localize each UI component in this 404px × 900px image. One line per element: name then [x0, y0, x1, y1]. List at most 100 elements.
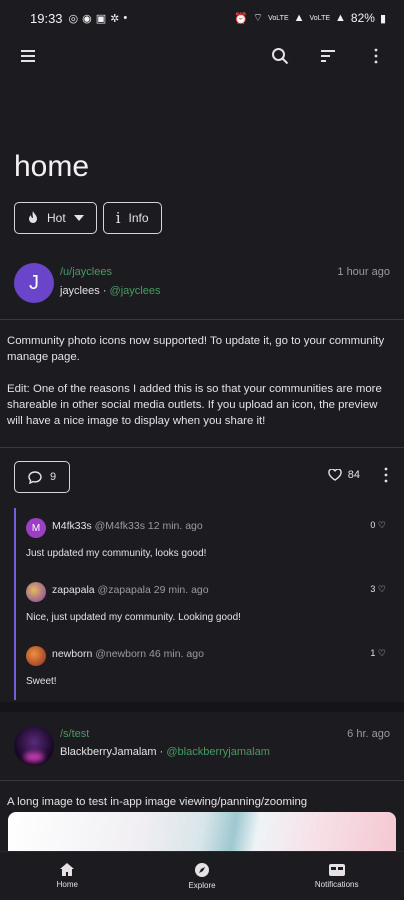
- more-vert-icon[interactable]: [360, 40, 392, 72]
- gallery-icon: ▣: [95, 12, 107, 25]
- volte-label-2: VoLTE: [309, 14, 331, 22]
- comment-avatar[interactable]: [26, 582, 46, 602]
- post-author-name: jayclees: [60, 285, 100, 297]
- post-actions: 9 84: [14, 461, 390, 493]
- comment-meta: @M4fk33s 12 min. ago: [94, 520, 203, 532]
- heart-icon: [328, 469, 342, 481]
- comment-score[interactable]: 0 ♡: [370, 520, 386, 531]
- sort-hot-button[interactable]: Hot: [14, 202, 97, 234]
- bottom-navigation: Home Explore Notifications: [0, 851, 404, 900]
- avatar[interactable]: J: [14, 263, 54, 303]
- comment-count: 9: [49, 471, 57, 483]
- post-author-handle: @jayclees: [109, 285, 161, 297]
- nav-notifications[interactable]: Notifications: [269, 852, 404, 900]
- post-header: J /u/jayclees 1 hour ago jayclees · @jay…: [14, 263, 390, 307]
- comment-username: newborn: [52, 648, 93, 660]
- separator: ·: [102, 285, 110, 297]
- signal-icon-2: ▲: [335, 12, 346, 24]
- hamburger-menu-icon[interactable]: [12, 40, 44, 72]
- comment-user[interactable]: M4fk33s @M4fk33s 12 min. ago: [52, 520, 203, 532]
- battery-percent: 82%: [350, 11, 375, 25]
- nav-home[interactable]: Home: [0, 852, 135, 900]
- post-body: Community photo icons now supported! To …: [7, 333, 396, 429]
- comment-thread: M M4fk33s @M4fk33s 12 min. ago 0 ♡ Just …: [14, 508, 390, 700]
- status-notification-icons: ◎ ◉ ▣ ✲ •: [69, 12, 128, 25]
- sort-label: Hot: [47, 211, 66, 225]
- explore-compass-icon: [195, 862, 209, 877]
- post-title[interactable]: A long image to test in-app image viewin…: [7, 796, 307, 808]
- post-more-icon[interactable]: [384, 467, 388, 488]
- messenger-icon: ◉: [82, 12, 92, 25]
- settings-icon: ✲: [110, 12, 120, 25]
- post-community-link[interactable]: /s/test: [60, 728, 89, 740]
- post-author-name: BlackberryJamalam: [60, 746, 157, 758]
- signal-icon: ▲: [293, 12, 305, 24]
- volte-label: VoLTE: [268, 14, 289, 22]
- avatar[interactable]: [14, 726, 54, 766]
- comment-text: Just updated my community, looks good!: [26, 548, 207, 559]
- status-time: 19:33: [30, 10, 63, 26]
- sort-icon[interactable]: [312, 40, 344, 72]
- status-bar: 19:33 ◎ ◉ ▣ ✲ • ⏰ ⌔ VoLTE ▲ VoLTE ▲ 82% …: [0, 0, 404, 36]
- comment-user[interactable]: newborn @newborn 46 min. ago: [52, 648, 204, 660]
- divider: [0, 780, 404, 781]
- status-system-icons: ⏰ ⌔ VoLTE ▲ VoLTE ▲ 82% ▮: [234, 11, 386, 25]
- heart-icon: ♡: [377, 520, 386, 530]
- post-header: /s/test 6 hr. ago BlackberryJamalam · @b…: [14, 726, 390, 772]
- notifications-inbox-icon: [328, 863, 345, 876]
- post-time: 1 hour ago: [337, 266, 390, 278]
- comment-bubble-icon: [28, 470, 42, 484]
- post-author-handle: @blackberryjamalam: [166, 746, 270, 758]
- comment-username: M4fk33s: [52, 520, 92, 532]
- chevron-down-icon: [73, 215, 84, 221]
- comment-item[interactable]: zapapala @zapapala 29 min. ago 3 ♡ Nice,…: [24, 572, 390, 636]
- comment-score-value: 0: [370, 520, 376, 530]
- post-time: 6 hr. ago: [347, 728, 390, 740]
- like-count: 84: [347, 469, 360, 481]
- post-author[interactable]: jayclees · @jayclees: [60, 285, 160, 297]
- info-icon: i: [115, 209, 121, 227]
- search-icon[interactable]: [264, 40, 296, 72]
- post-body-paragraph-1: Community photo icons now supported! To …: [7, 335, 385, 363]
- comment-item[interactable]: newborn @newborn 46 min. ago 1 ♡ Sweet!: [24, 636, 390, 700]
- dot-icon: •: [123, 12, 128, 24]
- comment-text: Nice, just updated my community. Looking…: [26, 612, 241, 623]
- filter-chip-row: Hot i Info: [14, 202, 162, 234]
- divider: [0, 447, 404, 448]
- nav-explore[interactable]: Explore: [135, 852, 270, 900]
- comment-avatar[interactable]: [26, 646, 46, 666]
- post-body-paragraph-2: Edit: One of the reasons I added this is…: [7, 383, 382, 427]
- like-button[interactable]: 84: [328, 469, 360, 481]
- comment-score[interactable]: 1 ♡: [370, 648, 386, 659]
- nav-explore-label: Explore: [188, 880, 216, 890]
- comments-button[interactable]: 9: [14, 461, 70, 493]
- comment-score[interactable]: 3 ♡: [370, 584, 386, 595]
- info-button[interactable]: i Info: [102, 202, 162, 234]
- comments-section: M M4fk33s @M4fk33s 12 min. ago 0 ♡ Just …: [14, 508, 390, 700]
- post-author[interactable]: BlackberryJamalam · @blackberryjamalam: [60, 746, 270, 758]
- comment-user[interactable]: zapapala @zapapala 29 min. ago: [52, 584, 209, 596]
- comment-item[interactable]: M M4fk33s @M4fk33s 12 min. ago 0 ♡ Just …: [24, 508, 390, 572]
- info-label: Info: [128, 211, 149, 225]
- nav-home-label: Home: [56, 880, 78, 889]
- post-image[interactable]: [8, 812, 396, 854]
- battery-icon: ▮: [379, 12, 386, 25]
- page-title: home: [14, 150, 90, 183]
- alarm-icon: ⏰: [234, 12, 248, 25]
- post-community-link[interactable]: /u/jayclees: [60, 266, 112, 278]
- divider: [0, 319, 404, 320]
- nav-notifications-label: Notifications: [314, 879, 359, 889]
- comment-meta: @newborn 46 min. ago: [95, 648, 204, 660]
- comment-score-value: 1: [370, 648, 376, 658]
- whatsapp-icon: ◎: [68, 12, 79, 25]
- comment-avatar[interactable]: M: [26, 518, 46, 538]
- home-icon: [60, 863, 75, 876]
- comment-username: zapapala: [52, 584, 95, 596]
- comment-meta: @zapapala 29 min. ago: [97, 584, 209, 596]
- fire-icon: [29, 211, 37, 223]
- comment-score-value: 3: [370, 584, 376, 594]
- heart-icon: ♡: [377, 584, 386, 594]
- heart-icon: ♡: [377, 648, 386, 658]
- comment-text: Sweet!: [26, 676, 57, 687]
- section-divider: [0, 702, 404, 712]
